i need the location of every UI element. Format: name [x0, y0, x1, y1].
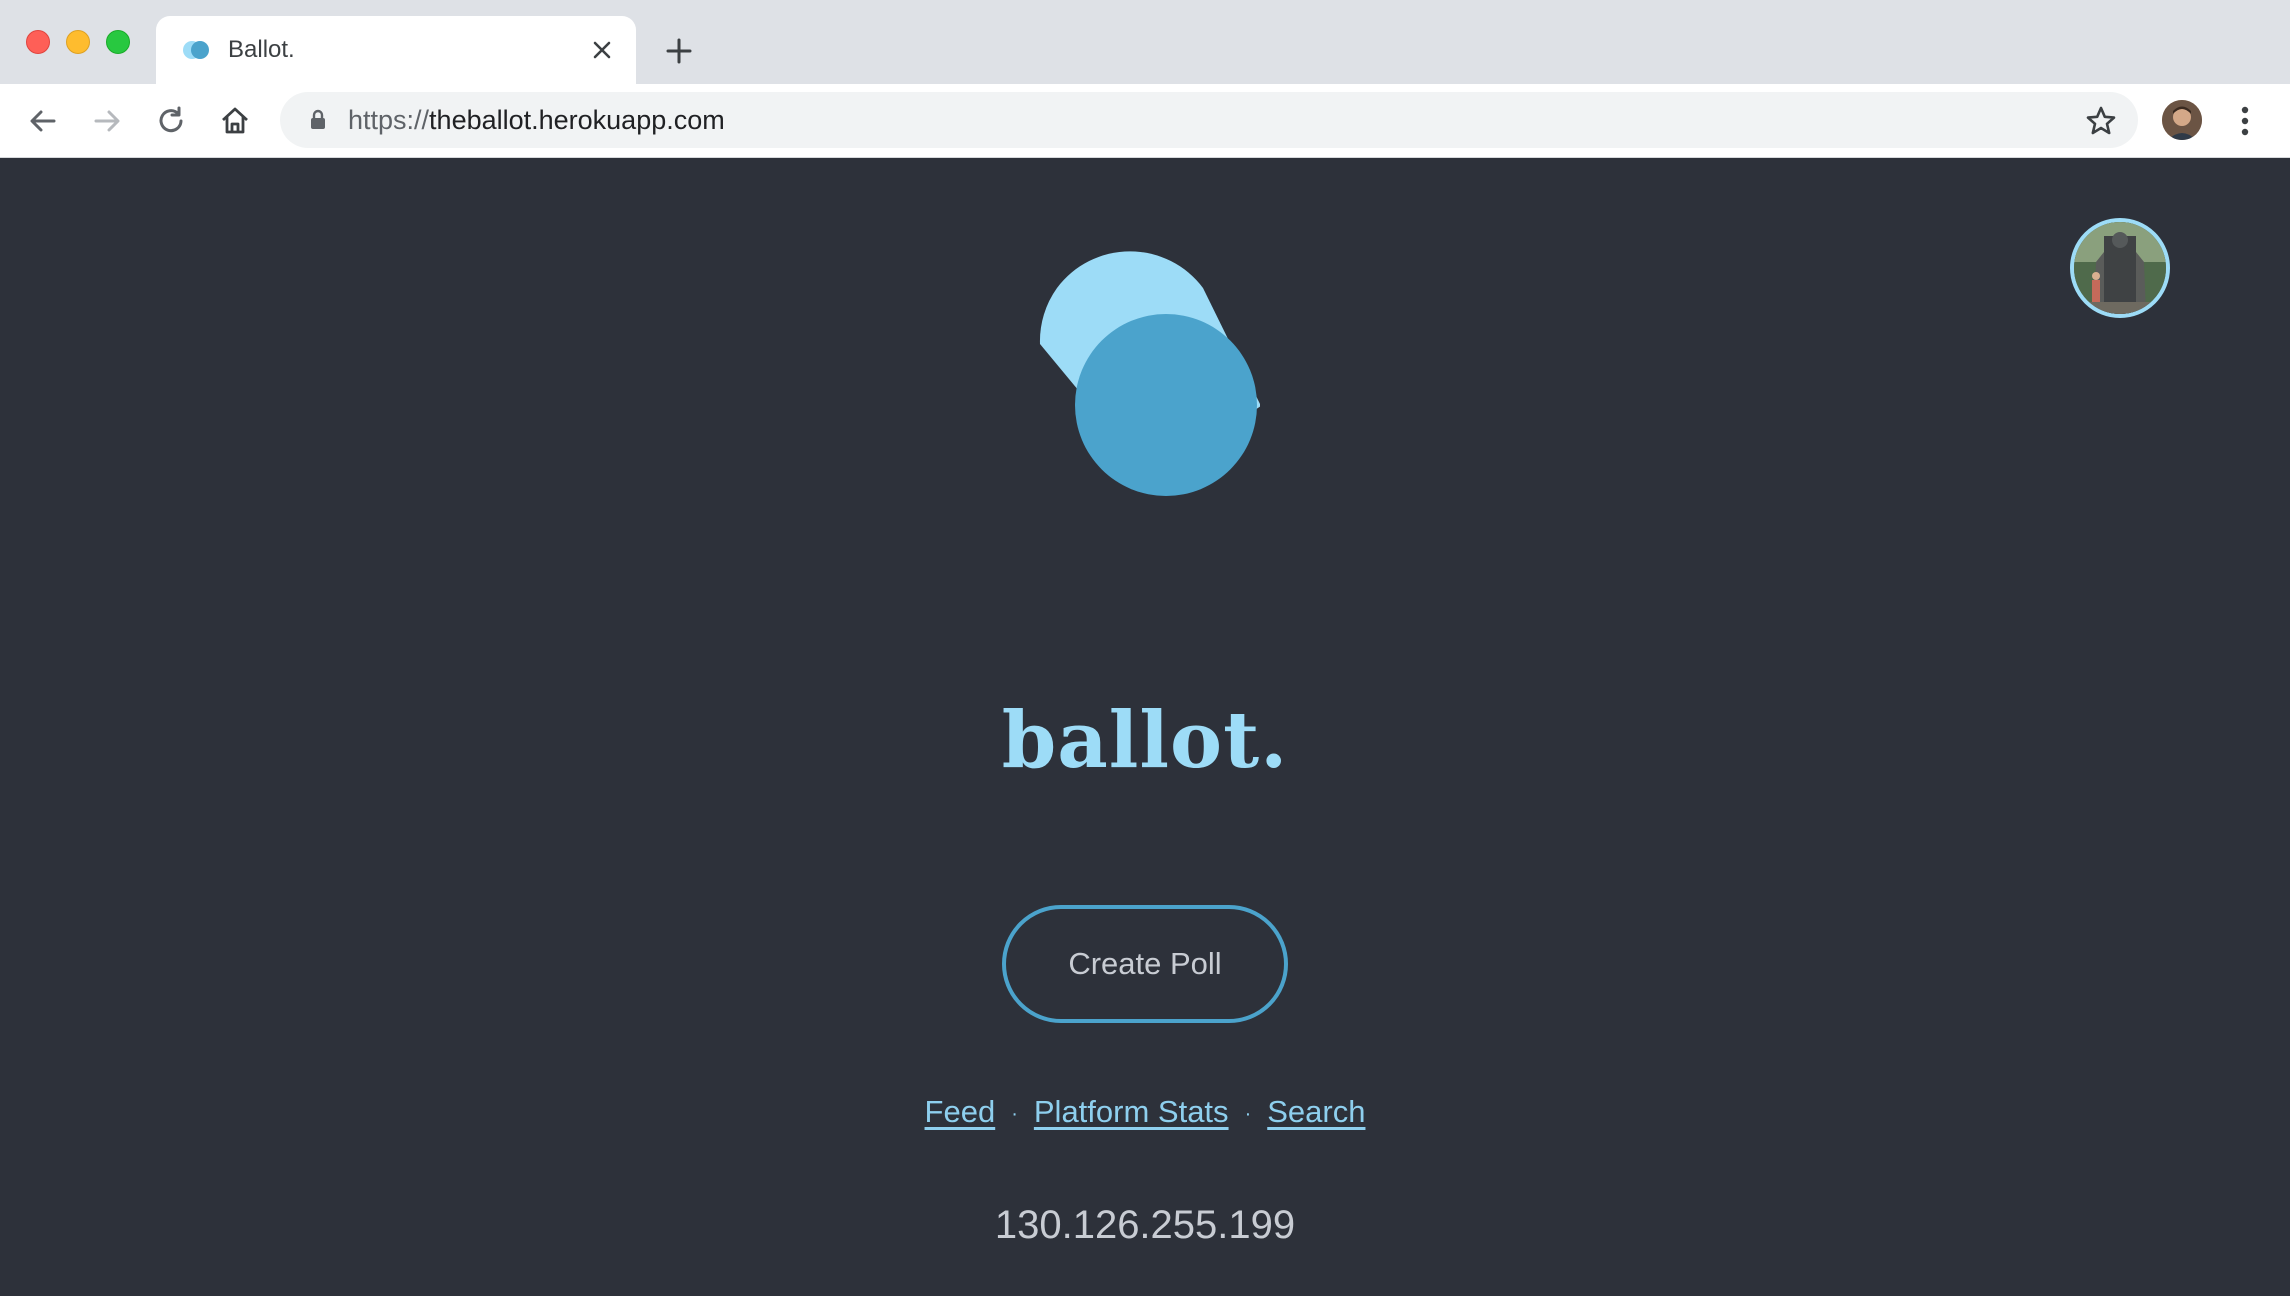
browser-window: Ballot. https://theballot.herokuapp.com …: [0, 0, 2290, 1296]
lock-icon[interactable]: [306, 108, 330, 132]
arrow-right-icon: [94, 110, 120, 132]
reload-icon: [159, 106, 183, 133]
arrow-left-icon: [30, 110, 56, 132]
plus-icon: [666, 38, 692, 64]
browser-tab[interactable]: Ballot.: [156, 16, 636, 84]
link-separator: ·: [1244, 1102, 1252, 1125]
platform-stats-link[interactable]: Platform Stats: [1034, 1094, 1229, 1129]
tab-strip: Ballot.: [0, 0, 2290, 84]
ballot-logo-icon: [1039, 251, 1260, 496]
feed-link[interactable]: Feed: [925, 1094, 996, 1129]
home-button[interactable]: [214, 100, 256, 142]
close-window-button[interactable]: [26, 30, 50, 54]
url-text[interactable]: https://theballot.herokuapp.com: [348, 105, 725, 135]
footer-links: Feed · Platform Stats · Search: [0, 1092, 2290, 1134]
tab-title: Ballot.: [228, 36, 295, 63]
brand-title: ballot.: [1001, 695, 1289, 786]
link-separator: ·: [1011, 1102, 1018, 1125]
page-content: ballot. Create Poll Feed · Platform Stats ·…: [0, 158, 2290, 1296]
browser-menu-button[interactable]: [2228, 100, 2262, 142]
search-link[interactable]: Search: [1267, 1094, 1365, 1129]
reload-button[interactable]: [150, 100, 192, 142]
address-bar[interactable]: https://theballot.herokuapp.com: [280, 92, 2138, 148]
ballot-favicon-icon: [183, 41, 209, 59]
profile-photo-icon: [2162, 100, 2202, 140]
more-vertical-icon: [2241, 106, 2249, 136]
url-host: theballot.herokuapp.com: [429, 105, 725, 135]
minimize-window-button[interactable]: [66, 30, 90, 54]
browser-profile-avatar[interactable]: [2162, 100, 2202, 140]
home-icon: [222, 107, 248, 134]
url-scheme: https://: [348, 105, 430, 135]
new-tab-button[interactable]: [658, 30, 700, 72]
maximize-window-button[interactable]: [106, 30, 130, 54]
close-tab-icon[interactable]: [586, 34, 618, 66]
user-avatar[interactable]: [2070, 218, 2170, 318]
forward-button[interactable]: [86, 100, 128, 142]
user-photo-icon: [2074, 222, 2166, 314]
back-button[interactable]: [22, 100, 64, 142]
browser-toolbar: https://theballot.herokuapp.com: [0, 84, 2290, 158]
ip-address: 130.126.255.199: [994, 1203, 1296, 1247]
bookmark-star-icon[interactable]: [2084, 104, 2118, 138]
create-poll-button[interactable]: Create Poll: [1002, 905, 1288, 1023]
